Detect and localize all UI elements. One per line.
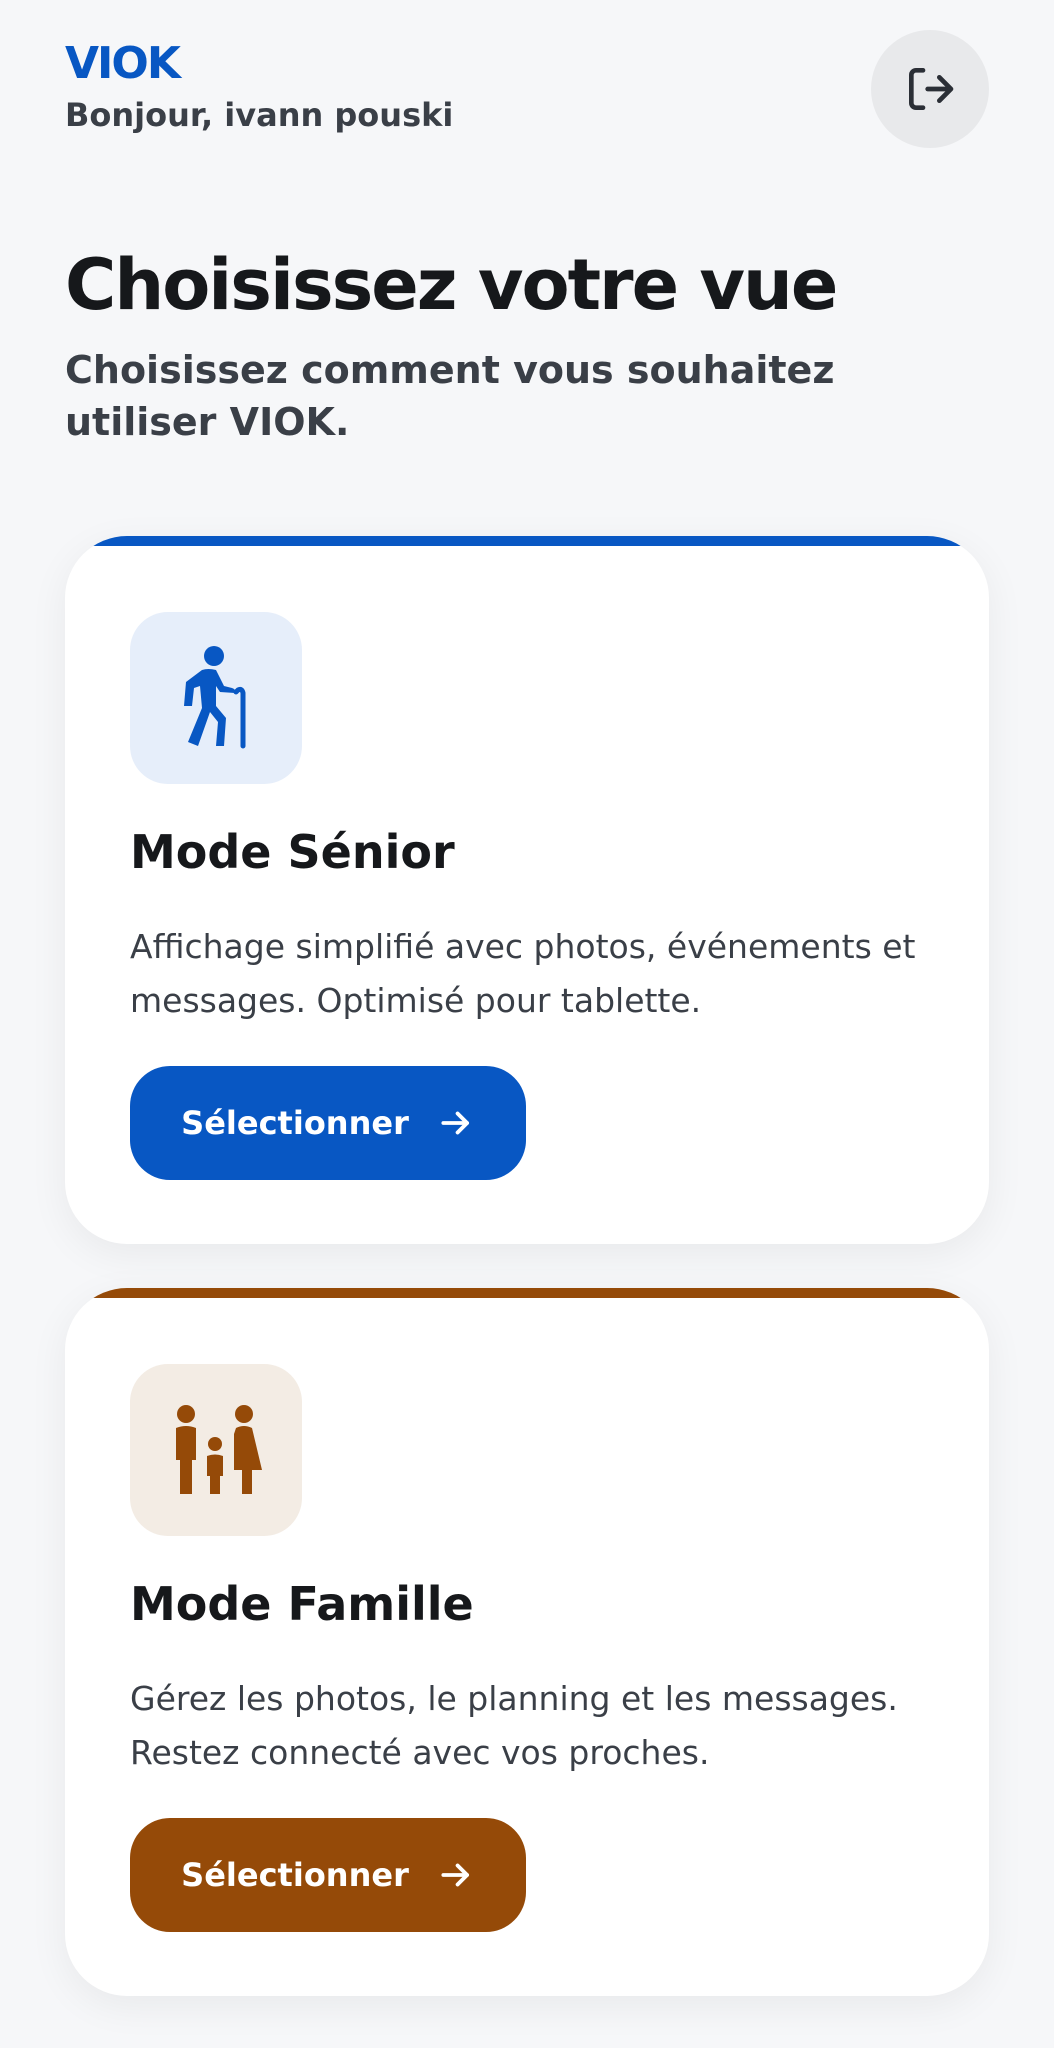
brand-logo: VIOK bbox=[65, 38, 181, 89]
logout-button[interactable] bbox=[871, 30, 989, 148]
card-description: Affichage simplifié avec photos, événeme… bbox=[130, 927, 916, 1020]
button-label: Sélectionner bbox=[181, 1856, 409, 1894]
card-title: Mode Sénior bbox=[130, 825, 455, 879]
arrow-right-icon bbox=[441, 1111, 469, 1135]
select-senior-button[interactable]: Sélectionner bbox=[130, 1066, 526, 1180]
arrow-right-icon bbox=[441, 1863, 469, 1887]
card-title: Mode Famille bbox=[130, 1577, 474, 1631]
card-description: Gérez les photos, le planning et les mes… bbox=[130, 1679, 898, 1772]
select-family-button[interactable]: Sélectionner bbox=[130, 1818, 526, 1932]
elderly-person-with-cane-icon bbox=[184, 646, 246, 749]
icon-container bbox=[130, 612, 302, 784]
logout-icon bbox=[909, 68, 954, 110]
greeting-text: Bonjour, ivann pouski bbox=[65, 96, 454, 134]
button-label: Sélectionner bbox=[181, 1104, 409, 1142]
card-accent-bar bbox=[65, 1288, 989, 1298]
senior-mode-card[interactable]: Mode Sénior Affichage simplifié avec pho… bbox=[65, 536, 989, 1244]
header: VIOK Bonjour, ivann pouski bbox=[65, 30, 989, 158]
icon-container bbox=[130, 1364, 302, 1536]
family-mode-card[interactable]: Mode Famille Gérez les photos, le planni… bbox=[65, 1288, 989, 1996]
page-subtitle: Choisissez comment vous souhaitez utilis… bbox=[65, 348, 835, 444]
card-accent-bar bbox=[65, 536, 989, 546]
family-icon bbox=[176, 1405, 262, 1494]
page-title: Choisissez votre vue bbox=[65, 244, 838, 326]
